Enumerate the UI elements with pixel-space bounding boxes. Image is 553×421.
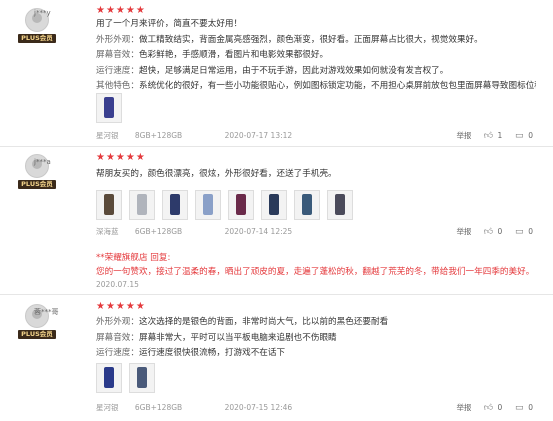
review-label: 运行速度： bbox=[96, 65, 139, 76]
like-button[interactable]: 👍︎ 0 bbox=[483, 227, 502, 237]
review-line: 帮朋友买的，颜色很漂亮，很炫，外形很好看，还送了手机壳。 bbox=[96, 169, 337, 179]
plus-member-badge: PLUS会员 bbox=[18, 34, 56, 43]
report-link[interactable]: 举报 bbox=[456, 402, 471, 413]
review-text: 外形外观：这次选择的是银色的背面，非常时尚大气，比以前的黑色还要耐看 屏幕音效：… bbox=[96, 315, 536, 362]
thumbs-up-icon: 👍︎ bbox=[483, 226, 494, 237]
review-label: 屏幕音效： bbox=[96, 50, 139, 60]
like-count: 0 bbox=[497, 403, 503, 412]
review-images bbox=[96, 190, 353, 220]
like-button[interactable]: 👍︎ 1 bbox=[483, 131, 502, 141]
review-label: 其他特色： bbox=[96, 81, 139, 91]
comment-count: 0 bbox=[528, 403, 533, 412]
product-spec: 6GB+128GB bbox=[134, 403, 183, 412]
comment-icon: ▭ bbox=[514, 226, 524, 237]
review-line: 超快，足够满足日常运用，由于不玩手游，因此对游戏效果如何就没有发言权了。 bbox=[138, 65, 449, 76]
comment-button[interactable]: ▭ 0 bbox=[514, 131, 533, 141]
comment-button[interactable]: ▭ 0 bbox=[514, 227, 533, 237]
review-label: 外形外观： bbox=[96, 34, 139, 45]
review-line: 这次选择的是银色的背面，非常时尚大气，比以前的黑色还要耐看 bbox=[138, 317, 389, 327]
review-label: 外形外观： bbox=[96, 317, 139, 327]
review-meta: 星河银 8GB+128GB 2020-07-17 13:12 bbox=[96, 130, 306, 141]
review-image-thumb[interactable] bbox=[129, 190, 155, 220]
review-line: 系统优化的很好，有一些小功能很贴心，例如图标锁定功能，不用担心桌屏前放包包里面屏… bbox=[138, 81, 536, 91]
review-image-thumb[interactable] bbox=[96, 363, 122, 393]
product-color: 星河银 bbox=[96, 403, 119, 412]
review-line: 用了一个月来评价，简直不要太好用！ bbox=[96, 19, 243, 29]
review-images bbox=[96, 363, 155, 393]
review-line: 色彩鲜艳，手感顺滑，看图片和电影效果都很好。 bbox=[138, 50, 329, 60]
plus-member-badge: PLUS会员 bbox=[18, 180, 56, 189]
review-text: 帮朋友买的，颜色很漂亮，很炫，外形很好看，还送了手机壳。 bbox=[96, 167, 536, 183]
review-line: 运行速度很快很流畅，打游戏不在话下 bbox=[138, 348, 286, 358]
seller-reply-date: 2020.07.15 bbox=[96, 280, 139, 289]
report-link[interactable]: 举报 bbox=[456, 226, 471, 237]
review-image-thumb[interactable] bbox=[96, 190, 122, 220]
seller-reply-header: **荣耀旗舰店 回复: bbox=[96, 253, 171, 263]
review-date: 2020-07-14 12:25 bbox=[224, 227, 293, 236]
product-spec: 6GB+128GB bbox=[134, 227, 183, 236]
review-image-thumb[interactable] bbox=[228, 190, 254, 220]
review-meta: 深海蓝 6GB+128GB 2020-07-14 12:25 bbox=[96, 226, 306, 237]
review-image-thumb[interactable] bbox=[261, 190, 287, 220]
review-actions: 举报 👍︎ 1 ▭ 0 bbox=[456, 130, 533, 141]
report-link[interactable]: 举报 bbox=[456, 130, 471, 141]
like-count: 0 bbox=[497, 227, 503, 236]
review-image-thumb[interactable] bbox=[129, 363, 155, 393]
star-rating: ★★★★★ bbox=[96, 5, 146, 16]
product-spec: 8GB+128GB bbox=[134, 131, 183, 140]
review-date: 2020-07-17 13:12 bbox=[224, 131, 293, 140]
review-image-thumb[interactable] bbox=[195, 190, 221, 220]
review-actions: 举报 👍︎ 0 ▭ 0 bbox=[456, 226, 533, 237]
product-color: 深海蓝 bbox=[96, 227, 119, 236]
username: 蓉***哥 bbox=[34, 308, 59, 316]
divider bbox=[0, 294, 553, 295]
review-line: 屏幕非常大，平时可以当平板电脑来追剧也不伤眼睛 bbox=[138, 332, 337, 343]
comment-count: 0 bbox=[528, 227, 533, 236]
product-color: 星河银 bbox=[96, 131, 119, 140]
review-image-thumb[interactable] bbox=[327, 190, 353, 220]
review-image-thumb[interactable] bbox=[294, 190, 320, 220]
comment-icon: ▭ bbox=[514, 402, 524, 413]
review-label: 运行速度： bbox=[96, 348, 139, 358]
seller-reply-text: 您的一句赞欢，接过了温柔的春，晒出了顽皮的夏，走遍了蓬松的秋，翻越了荒芜的冬，带… bbox=[96, 267, 535, 277]
comment-button[interactable]: ▭ 0 bbox=[514, 403, 533, 413]
review-image-thumb[interactable] bbox=[96, 93, 122, 123]
star-rating: ★★★★★ bbox=[96, 301, 146, 312]
review-image-thumb[interactable] bbox=[162, 190, 188, 220]
review-label: 屏幕音效： bbox=[96, 332, 139, 343]
review-meta: 星河银 6GB+128GB 2020-07-15 12:46 bbox=[96, 402, 306, 413]
divider bbox=[0, 146, 553, 147]
plus-member-badge: PLUS会员 bbox=[18, 330, 56, 339]
review-actions: 举报 👍︎ 0 ▭ 0 bbox=[456, 402, 533, 413]
comment-icon: ▭ bbox=[514, 130, 524, 141]
username: j***y bbox=[34, 9, 51, 17]
like-count: 1 bbox=[497, 131, 503, 140]
star-rating: ★★★★★ bbox=[96, 152, 146, 163]
like-button[interactable]: 👍︎ 0 bbox=[483, 403, 502, 413]
review-images bbox=[96, 93, 122, 123]
review-date: 2020-07-15 12:46 bbox=[224, 403, 293, 412]
review-text: 用了一个月来评价，简直不要太好用！ 外形外观：做工精致结实，背面金属亮感强烈，颜… bbox=[96, 17, 536, 95]
username: j***a bbox=[34, 158, 51, 166]
comment-count: 0 bbox=[528, 131, 533, 140]
review-line: 做工精致结实，背面金属亮感强烈，颜色渐变，很好看。正面屏幕占比很大，视觉效果好。 bbox=[138, 34, 483, 45]
thumbs-up-icon: 👍︎ bbox=[483, 402, 494, 413]
thumbs-up-icon: 👍︎ bbox=[483, 130, 494, 141]
